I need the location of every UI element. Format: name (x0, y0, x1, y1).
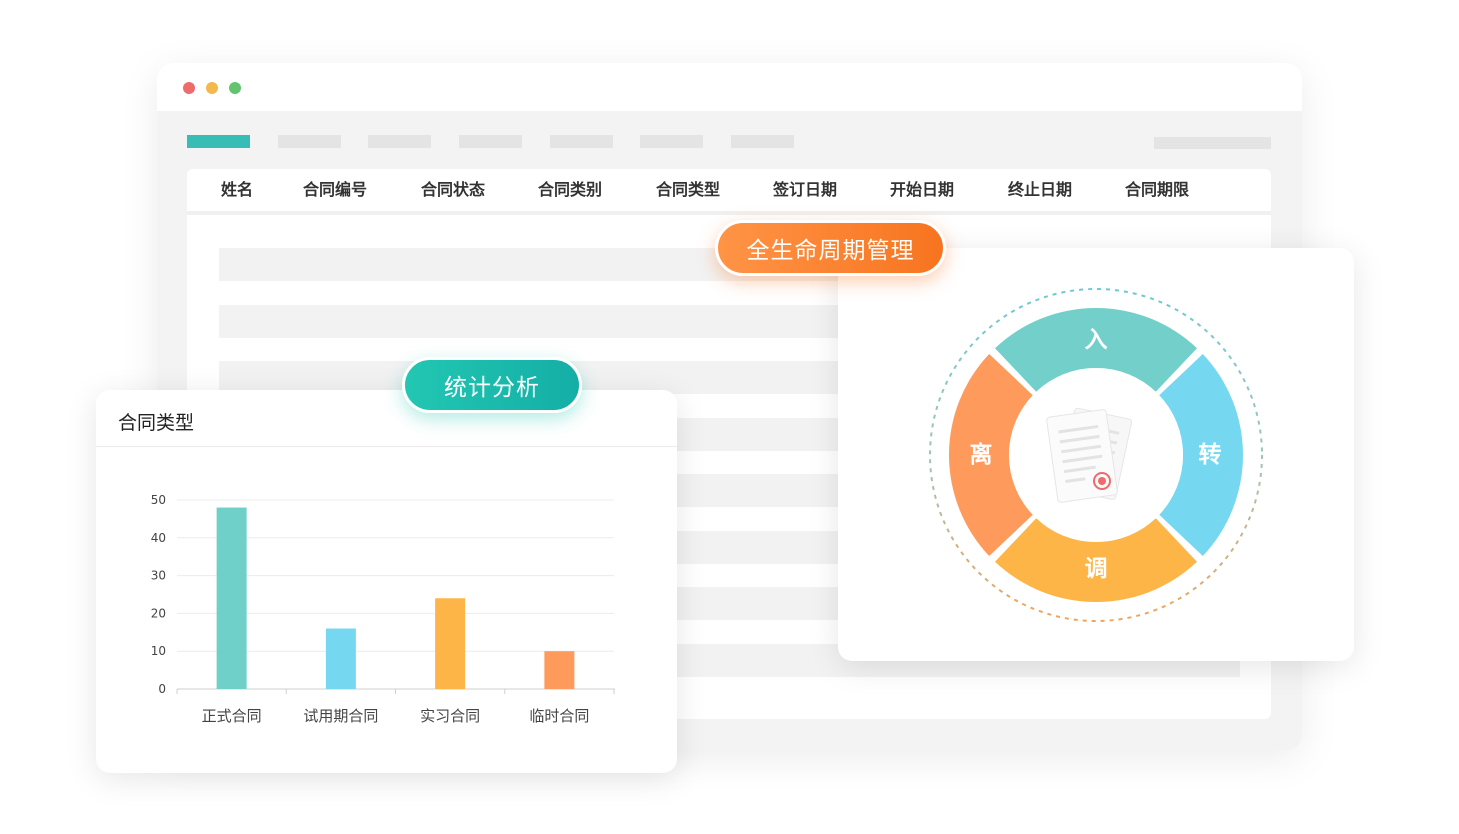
minimize-window-button[interactable] (206, 82, 218, 94)
segment-label-transfer[interactable]: 调 (1076, 554, 1116, 584)
tab-bar (157, 135, 1302, 149)
lifecycle-ring (929, 288, 1263, 622)
column-header-sign-date[interactable]: 签订日期 (773, 169, 837, 211)
segment-label-onboard[interactable]: 入 (1076, 325, 1116, 355)
close-window-button[interactable] (183, 82, 195, 94)
y-tick-label: 50 (151, 493, 166, 507)
bar-chart: 0 10 20 30 40 50 正式合同 试用期合同 实习合同 临时合同 (151, 493, 615, 725)
x-tick-label: 实习合同 (420, 707, 480, 725)
tab-placeholder[interactable] (550, 135, 613, 148)
y-tick-label: 10 (151, 644, 166, 658)
y-tick-label: 40 (151, 531, 166, 545)
tab-active[interactable] (187, 135, 250, 148)
column-header-contract-number[interactable]: 合同编号 (303, 169, 367, 211)
bar (435, 598, 466, 689)
bar (544, 651, 575, 689)
column-header-name[interactable]: 姓名 (221, 169, 253, 211)
column-header-end-date[interactable]: 终止日期 (1008, 169, 1072, 211)
segment-label-resign[interactable]: 离 (961, 440, 1001, 470)
column-header-contract-category[interactable]: 合同类别 (538, 169, 602, 211)
x-tick-label: 临时合同 (529, 707, 589, 725)
stats-analysis-badge[interactable]: 统计分析 (402, 357, 582, 413)
bar (325, 628, 356, 689)
x-tick-label: 试用期合同 (303, 707, 378, 725)
column-header-contract-status[interactable]: 合同状态 (421, 169, 485, 211)
bar (216, 507, 247, 689)
y-tick-label: 0 (158, 682, 166, 696)
y-tick-label: 30 (151, 569, 166, 583)
table-header: 姓名 合同编号 合同状态 合同类别 合同类型 签订日期 开始日期 终止日期 合同… (187, 169, 1271, 215)
column-header-contract-term[interactable]: 合同期限 (1125, 169, 1189, 211)
x-tick-label: 正式合同 (202, 707, 262, 725)
lifecycle-management-badge[interactable]: 全生命周期管理 (715, 220, 946, 276)
segment-label-regularize[interactable]: 转 (1190, 440, 1230, 470)
column-header-start-date[interactable]: 开始日期 (890, 169, 954, 211)
contract-type-chart-card: 合同类型 0 10 20 30 40 50 正式合同 试用期合同 实习合同 临时合同 (96, 390, 677, 773)
column-header-contract-type[interactable]: 合同类型 (656, 169, 720, 211)
tab-placeholder[interactable] (278, 135, 341, 148)
tab-placeholder[interactable] (640, 135, 703, 148)
tab-placeholder[interactable] (368, 135, 431, 148)
tab-placeholder[interactable] (459, 135, 522, 148)
toolbar-placeholder[interactable] (1154, 137, 1271, 149)
tab-placeholder[interactable] (731, 135, 794, 148)
y-tick-label: 20 (151, 606, 166, 620)
lifecycle-card: 入 转 调 离 (838, 248, 1354, 661)
maximize-window-button[interactable] (229, 82, 241, 94)
window-titlebar (157, 63, 1302, 111)
